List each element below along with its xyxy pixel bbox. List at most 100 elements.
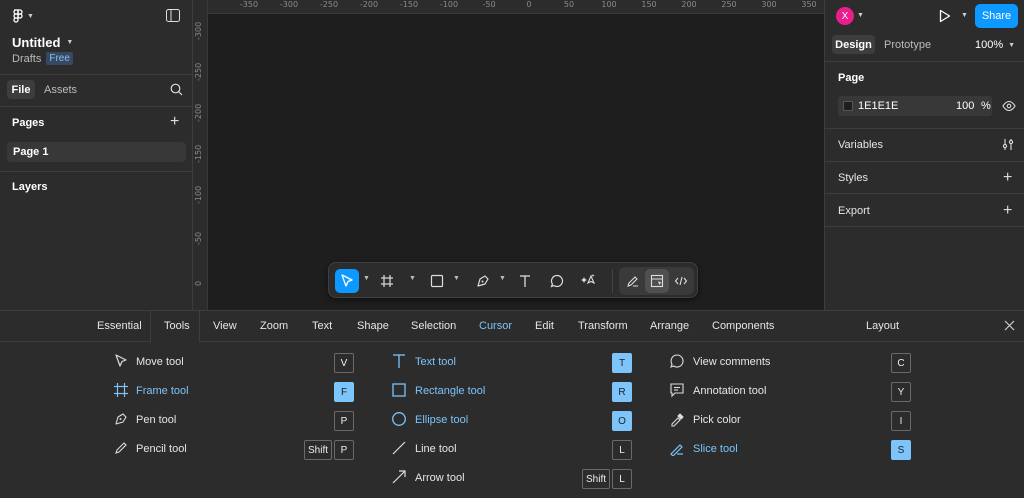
shortcut-label: Arrow tool xyxy=(415,472,465,484)
frame-tool-icon xyxy=(114,383,128,397)
tab-file[interactable]: File xyxy=(7,80,35,99)
chevron-down-icon[interactable]: ▼ xyxy=(453,275,460,282)
ruler-tick-label: -150 xyxy=(194,144,203,163)
file-title-menu[interactable]: Untitled ▼ xyxy=(12,35,73,50)
left-sidebar: ▼ Untitled ▼ Drafts Free File Assets Pag… xyxy=(0,0,193,310)
move-tool-button[interactable] xyxy=(335,269,359,293)
pen-tool-icon xyxy=(115,413,127,425)
tab-essential[interactable]: Essential xyxy=(97,320,142,332)
keyboard-shortcuts-panel: Essential Tools View Zoom Text Shape Selection… xyxy=(0,310,1024,498)
tab-transform[interactable]: Transform xyxy=(578,320,628,332)
shortcut-key: P xyxy=(334,411,354,431)
frame-icon xyxy=(381,275,393,287)
tab-prototype[interactable]: Prototype xyxy=(884,39,931,51)
pencil-tool-icon xyxy=(115,442,127,454)
tab-assets-label: Assets xyxy=(44,84,78,96)
line-tool-icon xyxy=(392,441,406,455)
tab-selection[interactable]: Selection xyxy=(411,320,456,332)
frame-tool-button[interactable] xyxy=(375,269,399,293)
shortcut-label: View comments xyxy=(693,356,771,368)
chevron-down-icon[interactable]: ▼ xyxy=(499,275,506,282)
tab-shape[interactable]: Shape xyxy=(357,320,389,332)
add-style-button[interactable]: + xyxy=(1003,169,1012,187)
shortcut-key: O xyxy=(612,411,632,431)
rectangle-tool-icon xyxy=(392,383,406,397)
ruler-tick-label: 250 xyxy=(721,0,737,9)
dev-mode-button[interactable] xyxy=(669,269,693,293)
file-location[interactable]: Drafts xyxy=(12,53,41,65)
opacity-unit: % xyxy=(981,100,991,112)
arrow-tool-icon xyxy=(392,470,406,484)
ruler-tick-label: -250 xyxy=(319,0,339,9)
ruler-tick-label: -100 xyxy=(439,0,459,9)
plus-icon: + xyxy=(1003,202,1013,219)
chevron-down-icon[interactable]: ▼ xyxy=(409,275,416,282)
code-icon xyxy=(674,276,688,286)
shortcut-label: Text tool xyxy=(415,356,456,368)
bottom-toolbar: ▼ ▼ ▼ ▼ xyxy=(328,262,698,298)
add-page-button[interactable]: + xyxy=(170,114,179,130)
tab-design[interactable]: Design xyxy=(832,35,875,54)
chevron-down-icon: ▼ xyxy=(1008,41,1016,49)
move-tool-icon xyxy=(115,354,127,367)
shortcut-key: V xyxy=(334,353,354,373)
design-mode-icon xyxy=(650,274,664,288)
tab-text[interactable]: Text xyxy=(312,320,332,332)
pen-tool-button[interactable] xyxy=(471,269,495,293)
add-export-button[interactable]: + xyxy=(1003,202,1012,220)
design-mode-button[interactable] xyxy=(645,269,669,293)
present-button[interactable] xyxy=(939,9,951,26)
ruler-tick-label: -50 xyxy=(194,231,203,245)
layers-heading: Layers xyxy=(12,181,48,193)
bg-opacity[interactable]: 100 xyxy=(956,100,974,112)
tab-zoom[interactable]: Zoom xyxy=(260,320,288,332)
shortcut-label: Rectangle tool xyxy=(415,385,486,397)
page-background-field[interactable]: 1E1E1E 100 % xyxy=(838,96,992,116)
actions-button[interactable] xyxy=(577,269,601,293)
color-swatch[interactable] xyxy=(843,101,853,111)
shape-tool-button[interactable] xyxy=(425,269,449,293)
chevron-down-icon[interactable]: ▼ xyxy=(857,12,864,19)
canvas[interactable]: -350 -300 -250 -200 -150 -100 -50 0 50 100 150 200 2… xyxy=(193,0,824,310)
sidebar-toggle-button[interactable] xyxy=(166,9,180,25)
tab-assets[interactable]: Assets xyxy=(44,84,77,96)
shortcut-key: L xyxy=(612,469,632,489)
variables-settings-button[interactable] xyxy=(1002,138,1014,154)
ruler-tick-label: -150 xyxy=(399,0,419,9)
divider xyxy=(825,61,1024,62)
shortcut-key: I xyxy=(891,411,911,431)
layout-label[interactable]: Layout xyxy=(866,320,899,332)
main-menu-button[interactable]: ▼ xyxy=(12,9,34,23)
text-tool-button[interactable] xyxy=(513,269,537,293)
zoom-dropdown[interactable]: 100% ▼ xyxy=(975,39,1015,51)
variables-heading[interactable]: Variables xyxy=(838,139,883,151)
pages-heading: Pages xyxy=(12,117,45,129)
shortcut-key: L xyxy=(612,440,632,460)
tab-components[interactable]: Components xyxy=(712,320,774,332)
tab-edit[interactable]: Edit xyxy=(535,320,554,332)
shortcut-label: Annotation tool xyxy=(693,385,767,397)
ruler-tick-label: -50 xyxy=(482,0,496,9)
chevron-down-icon[interactable]: ▼ xyxy=(363,275,370,282)
divider xyxy=(825,193,1024,194)
tab-tools[interactable]: Tools xyxy=(164,320,190,332)
file-title: Untitled xyxy=(12,35,61,50)
page-item[interactable]: Page 1 xyxy=(7,142,186,162)
close-panel-button[interactable] xyxy=(1004,320,1015,334)
comment-tool-button[interactable] xyxy=(545,269,569,293)
slice-tool-icon xyxy=(670,444,683,456)
visibility-toggle[interactable] xyxy=(1002,100,1016,115)
text-icon xyxy=(520,275,530,287)
shortcut-key: F xyxy=(334,382,354,402)
chevron-down-icon[interactable]: ▼ xyxy=(961,12,968,19)
tab-arrange[interactable]: Arrange xyxy=(650,320,689,332)
search-button[interactable] xyxy=(170,83,183,99)
avatar[interactable]: X xyxy=(836,7,854,25)
shortcut-label: Move tool xyxy=(136,356,184,368)
ruler-tick-label: -200 xyxy=(359,0,379,9)
share-button[interactable]: Share xyxy=(975,4,1018,28)
tab-view[interactable]: View xyxy=(213,320,237,332)
tab-cursor[interactable]: Cursor xyxy=(479,320,512,332)
draw-mode-button[interactable] xyxy=(621,269,645,293)
bg-color-hex[interactable]: 1E1E1E xyxy=(858,100,898,112)
